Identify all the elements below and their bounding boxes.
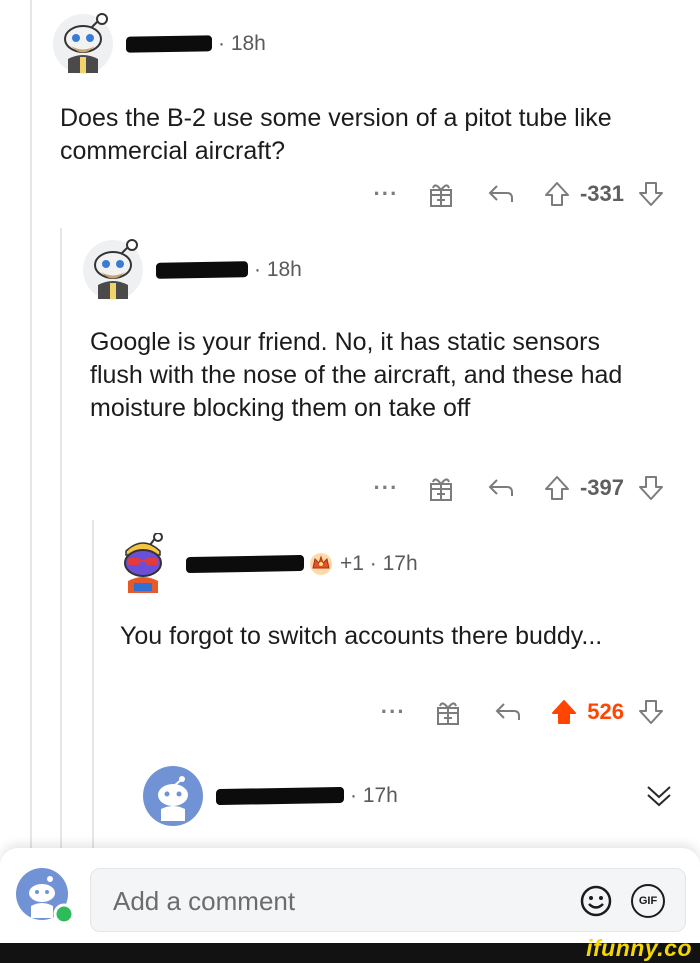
comment-time: +1 · 17h (340, 552, 418, 575)
avatar[interactable] (82, 239, 144, 301)
award-gift-icon[interactable] (424, 177, 458, 211)
current-user-avatar[interactable] (16, 868, 75, 925)
vote-score: -331 (579, 181, 624, 206)
default-snoo-avatar-icon (16, 868, 75, 925)
snoo-avatar-icon (83, 239, 143, 300)
redacted-username (156, 261, 248, 279)
comment-2-actions: ··· -397 (356, 470, 668, 506)
comment-input[interactable] (113, 881, 533, 921)
comment-3: +1 · 17h You forgot to switch accounts t… (112, 532, 672, 653)
comment-body: Google is your friend. No, it has static… (90, 328, 623, 422)
avatar[interactable] (142, 765, 204, 827)
comment-3-actions: ··· 526 (363, 694, 668, 730)
comment-time: · 18h (254, 258, 302, 281)
expand-chevron-icon[interactable] (642, 779, 676, 813)
thread-line-level-3 (92, 520, 94, 850)
redacted-username (186, 554, 304, 574)
thread-line-level-2 (60, 228, 62, 850)
upvote-icon[interactable] (540, 471, 574, 505)
more-options-button[interactable]: ··· (363, 701, 423, 723)
comment-2-header: · 18h (82, 239, 672, 301)
comment-3-header: +1 · 17h (112, 532, 672, 595)
gif-button[interactable]: GIF (631, 884, 665, 918)
comment-4: · 17h (142, 766, 682, 826)
comment-time: · 17h (350, 784, 398, 807)
comment-time: · 18h (218, 32, 266, 55)
upvote-active-icon[interactable] (547, 695, 581, 729)
upvote-icon[interactable] (540, 177, 574, 211)
redacted-username (216, 786, 344, 806)
snoo-avatar-icon (53, 13, 113, 74)
ifunny-watermark: ifunny.co (586, 935, 692, 961)
comment-2: · 18h Google is your friend. No, it has … (82, 239, 672, 425)
comment-1: · 18h Does the B-2 use some version of a… (52, 13, 672, 168)
downvote-icon[interactable] (634, 695, 668, 729)
redacted-username (126, 35, 212, 53)
comment-1-header: · 18h (52, 13, 672, 75)
crown-award-icon (308, 551, 334, 577)
thread-line-level-1 (30, 0, 32, 850)
comment-4-header: · 17h (142, 766, 682, 826)
comment-body: Does the B-2 use some version of a pitot… (60, 104, 612, 165)
more-options-button[interactable]: ··· (356, 477, 416, 499)
emoji-icon[interactable] (579, 884, 613, 918)
snoo-cool-avatar-icon (124, 532, 163, 593)
comment-input-box[interactable]: GIF (90, 868, 686, 932)
vote-score: -397 (579, 475, 624, 500)
comment-1-actions: ··· -331 (356, 176, 668, 212)
downvote-icon[interactable] (634, 177, 668, 211)
more-options-button[interactable]: ··· (356, 183, 416, 205)
downvote-icon[interactable] (634, 471, 668, 505)
reply-arrow-icon[interactable] (484, 177, 518, 211)
gif-label: GIF (638, 895, 658, 907)
award-gift-icon[interactable] (431, 695, 465, 729)
award-gift-icon[interactable] (424, 471, 458, 505)
avatar[interactable] (52, 13, 114, 75)
reply-arrow-icon[interactable] (491, 695, 525, 729)
default-snoo-avatar-icon (143, 766, 203, 826)
vote-score: 526 (587, 699, 624, 724)
comment-composer: GIF (0, 848, 700, 948)
avatar[interactable] (112, 532, 174, 595)
reply-arrow-icon[interactable] (484, 471, 518, 505)
comment-body: You forgot to switch accounts there budd… (120, 622, 603, 650)
watermark-banner: ifunny.co (0, 935, 700, 963)
